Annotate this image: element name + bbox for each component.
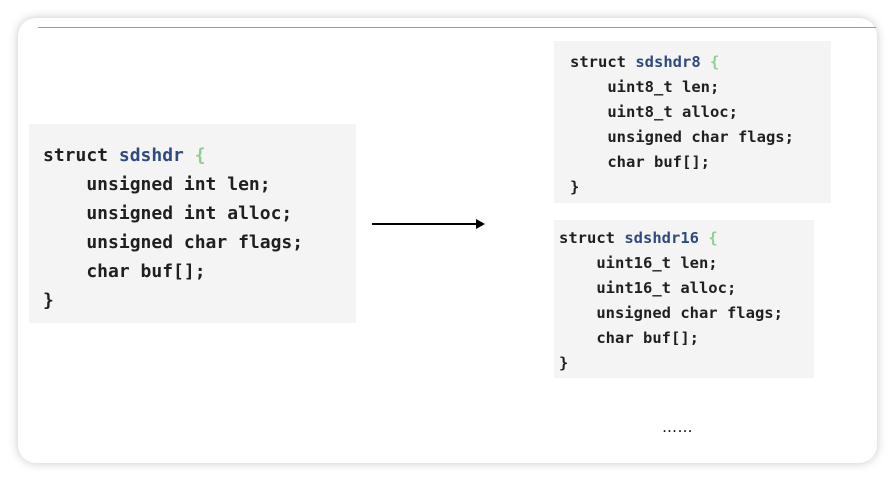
struct-sdshdr-block: struct sdshdr { unsigned int len; unsign…	[29, 124, 356, 323]
struct-sdshdr16-block: struct sdshdr16 { uint16_t len; uint16_t…	[554, 220, 814, 378]
top-divider	[38, 27, 876, 28]
open-brace: {	[708, 229, 718, 247]
struct-header-line: struct sdshdr16 {	[559, 226, 814, 251]
close-brace: }	[559, 354, 569, 372]
field-line: char buf[];	[559, 329, 699, 347]
field-line: unsigned int alloc;	[43, 203, 293, 224]
struct-name: sdshdr8	[635, 53, 701, 71]
struct-name: sdshdr16	[624, 229, 699, 247]
open-brace: {	[710, 53, 720, 71]
open-brace: {	[194, 145, 206, 166]
struct-sdshdr8-block: struct sdshdr8 { uint8_t len; uint8_t al…	[554, 41, 831, 203]
field-line: uint8_t len;	[570, 78, 720, 96]
close-brace: }	[43, 290, 54, 311]
field-line: uint16_t len;	[559, 254, 718, 272]
field-line: unsigned char flags;	[43, 232, 304, 253]
struct-header-line: struct sdshdr {	[43, 141, 356, 170]
field-line: uint8_t alloc;	[570, 103, 738, 121]
field-line: char buf[];	[570, 153, 710, 171]
struct-keyword: struct	[559, 229, 615, 247]
struct-keyword: struct	[43, 145, 109, 166]
ellipsis: ……	[662, 418, 693, 436]
struct-name: sdshdr	[118, 145, 184, 166]
close-brace: }	[570, 178, 580, 196]
struct-keyword: struct	[570, 53, 626, 71]
field-line: unsigned int len;	[43, 174, 271, 195]
arrow-right-icon	[476, 219, 485, 229]
field-line: char buf[];	[43, 261, 206, 282]
field-line: uint16_t alloc;	[559, 279, 737, 297]
struct-header-line: struct sdshdr8 {	[570, 50, 831, 75]
arrow-shaft	[372, 223, 478, 225]
field-line: unsigned char flags;	[570, 128, 794, 146]
field-line: unsigned char flags;	[559, 304, 783, 322]
